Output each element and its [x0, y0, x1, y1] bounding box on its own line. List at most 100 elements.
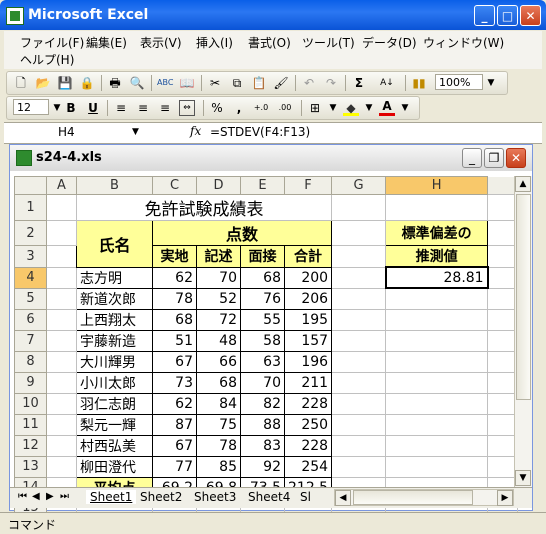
tab-sheet5[interactable]: Sl	[300, 490, 311, 504]
total-cell[interactable]: 228	[283, 392, 333, 415]
score-cell[interactable]: 82	[240, 392, 285, 415]
chevron-down-icon[interactable]: ▼	[132, 124, 139, 141]
row-header[interactable]: 1	[14, 194, 47, 221]
excel-app-icon[interactable]	[6, 7, 24, 25]
redo-icon[interactable]: ↷	[323, 75, 339, 91]
merge-center-icon[interactable]: ⇔	[179, 100, 195, 116]
row-header[interactable]: 6	[14, 308, 47, 331]
spelling-icon[interactable]: ABC	[157, 75, 173, 91]
col-header-b[interactable]: B	[76, 176, 153, 195]
score-cell[interactable]: 70	[196, 266, 241, 289]
row-header[interactable]: 4	[14, 266, 47, 289]
name-cell[interactable]: 羽仁志朗	[76, 392, 153, 415]
col-header-f[interactable]: F	[283, 176, 333, 195]
scroll-down-icon[interactable]: ▼	[515, 470, 531, 486]
scroll-right-icon[interactable]: ▶	[497, 490, 513, 506]
score-cell[interactable]: 72	[196, 308, 241, 331]
tab-sheet2[interactable]: Sheet2	[140, 490, 182, 504]
scroll-thumb[interactable]	[516, 194, 531, 400]
chevron-down-icon[interactable]: ▼	[325, 100, 341, 116]
row-header[interactable]: 2	[14, 220, 47, 246]
format-painter-icon[interactable]: 🖌	[273, 75, 289, 91]
score-cell[interactable]: 73	[152, 371, 197, 394]
decrease-decimal-icon[interactable]: .00	[277, 100, 293, 116]
score-cell[interactable]: 68	[196, 371, 241, 394]
col-header-c[interactable]: C	[152, 176, 197, 195]
score-cell[interactable]: 62	[152, 392, 197, 415]
fill-color-icon[interactable]: ◆	[343, 100, 359, 116]
score-cell[interactable]: 84	[196, 392, 241, 415]
total-cell[interactable]: 228	[283, 434, 333, 457]
new-icon[interactable]: 🗋	[13, 75, 29, 91]
subheader-cell[interactable]: 合計	[283, 245, 333, 268]
tab-last-icon[interactable]: ⏭	[60, 491, 69, 502]
name-cell[interactable]: 梨元一輝	[76, 413, 153, 436]
tab-first-icon[interactable]: ⏮	[18, 491, 27, 502]
name-cell[interactable]: 志方明	[76, 266, 153, 289]
name-box[interactable]: H4 ▼	[6, 124, 146, 141]
undo-icon[interactable]: ↶	[301, 75, 317, 91]
header-name-cell[interactable]: 氏名	[76, 220, 153, 268]
paste-icon[interactable]: 📋	[251, 75, 267, 91]
score-cell[interactable]: 68	[152, 308, 197, 331]
horizontal-scrollbar[interactable]: ◀ ▶	[334, 489, 514, 506]
score-cell[interactable]: 78	[152, 287, 197, 310]
total-cell[interactable]: 211	[283, 371, 333, 394]
menu-help[interactable]: ヘルプ(H)	[20, 51, 74, 68]
sort-ascending-icon[interactable]: A↓	[379, 75, 395, 91]
score-cell[interactable]: 62	[152, 266, 197, 289]
research-icon[interactable]: 📖	[179, 75, 195, 91]
name-cell[interactable]: 小川太郎	[76, 371, 153, 394]
save-icon[interactable]: 💾	[57, 75, 73, 91]
minimize-icon[interactable]: _	[474, 5, 495, 26]
row-header[interactable]: 13	[14, 455, 47, 478]
col-header-e[interactable]: E	[240, 176, 285, 195]
subheader-cell[interactable]: 記述	[196, 245, 241, 268]
scroll-up-icon[interactable]: ▲	[515, 176, 531, 192]
score-cell[interactable]: 66	[196, 350, 241, 373]
restore-icon[interactable]: ❐	[484, 148, 504, 168]
score-cell[interactable]: 92	[240, 455, 285, 478]
menu-data[interactable]: データ(D)	[362, 34, 417, 51]
align-left-icon[interactable]: ≡	[113, 100, 129, 116]
col-header-d[interactable]: D	[196, 176, 241, 195]
score-cell[interactable]: 77	[152, 455, 197, 478]
score-cell[interactable]: 70	[240, 371, 285, 394]
align-center-icon[interactable]: ≡	[135, 100, 151, 116]
col-header-g[interactable]: G	[331, 176, 387, 195]
sheet-title[interactable]: 免許試験成績表	[75, 194, 333, 221]
total-cell[interactable]: 196	[283, 350, 333, 373]
percent-button[interactable]: %	[209, 100, 225, 116]
row-header[interactable]: 3	[14, 245, 47, 268]
name-cell[interactable]: 柳田澄代	[76, 455, 153, 478]
chevron-down-icon[interactable]: ▼	[361, 100, 377, 116]
autosum-icon[interactable]: Σ	[351, 75, 367, 91]
row-header[interactable]: 10	[14, 392, 47, 415]
stat-label-1-cell[interactable]: 標準偏差の	[385, 220, 489, 246]
menu-view[interactable]: 表示(V)	[140, 34, 182, 51]
score-cell[interactable]: 67	[152, 434, 197, 457]
tab-sheet1[interactable]: Sheet1	[86, 490, 137, 504]
scroll-thumb[interactable]	[353, 490, 473, 505]
row-header[interactable]: 11	[14, 413, 47, 436]
score-cell[interactable]: 67	[152, 350, 197, 373]
chart-wizard-icon[interactable]: ▮▮	[411, 75, 427, 91]
close-icon[interactable]: ✕	[520, 5, 541, 26]
font-size-box[interactable]: 12	[13, 99, 49, 115]
borders-icon[interactable]: ⊞	[307, 100, 323, 116]
row-header[interactable]: 5	[14, 287, 47, 310]
row-header[interactable]: 8	[14, 350, 47, 373]
tab-next-icon[interactable]: ▶	[46, 491, 54, 502]
score-cell[interactable]: 55	[240, 308, 285, 331]
score-cell[interactable]: 83	[240, 434, 285, 457]
score-cell[interactable]: 88	[240, 413, 285, 436]
stat-label-2-cell[interactable]: 推測値	[385, 245, 489, 268]
tab-sheet4[interactable]: Sheet4	[248, 490, 290, 504]
score-cell[interactable]: 58	[240, 329, 285, 352]
subheader-cell[interactable]: 実地	[152, 245, 197, 268]
subheader-cell[interactable]: 面接	[240, 245, 285, 268]
fx-icon[interactable]: fx	[190, 124, 201, 138]
chevron-down-icon[interactable]: ▼	[483, 75, 499, 91]
score-cell[interactable]: 51	[152, 329, 197, 352]
score-cell[interactable]: 87	[152, 413, 197, 436]
